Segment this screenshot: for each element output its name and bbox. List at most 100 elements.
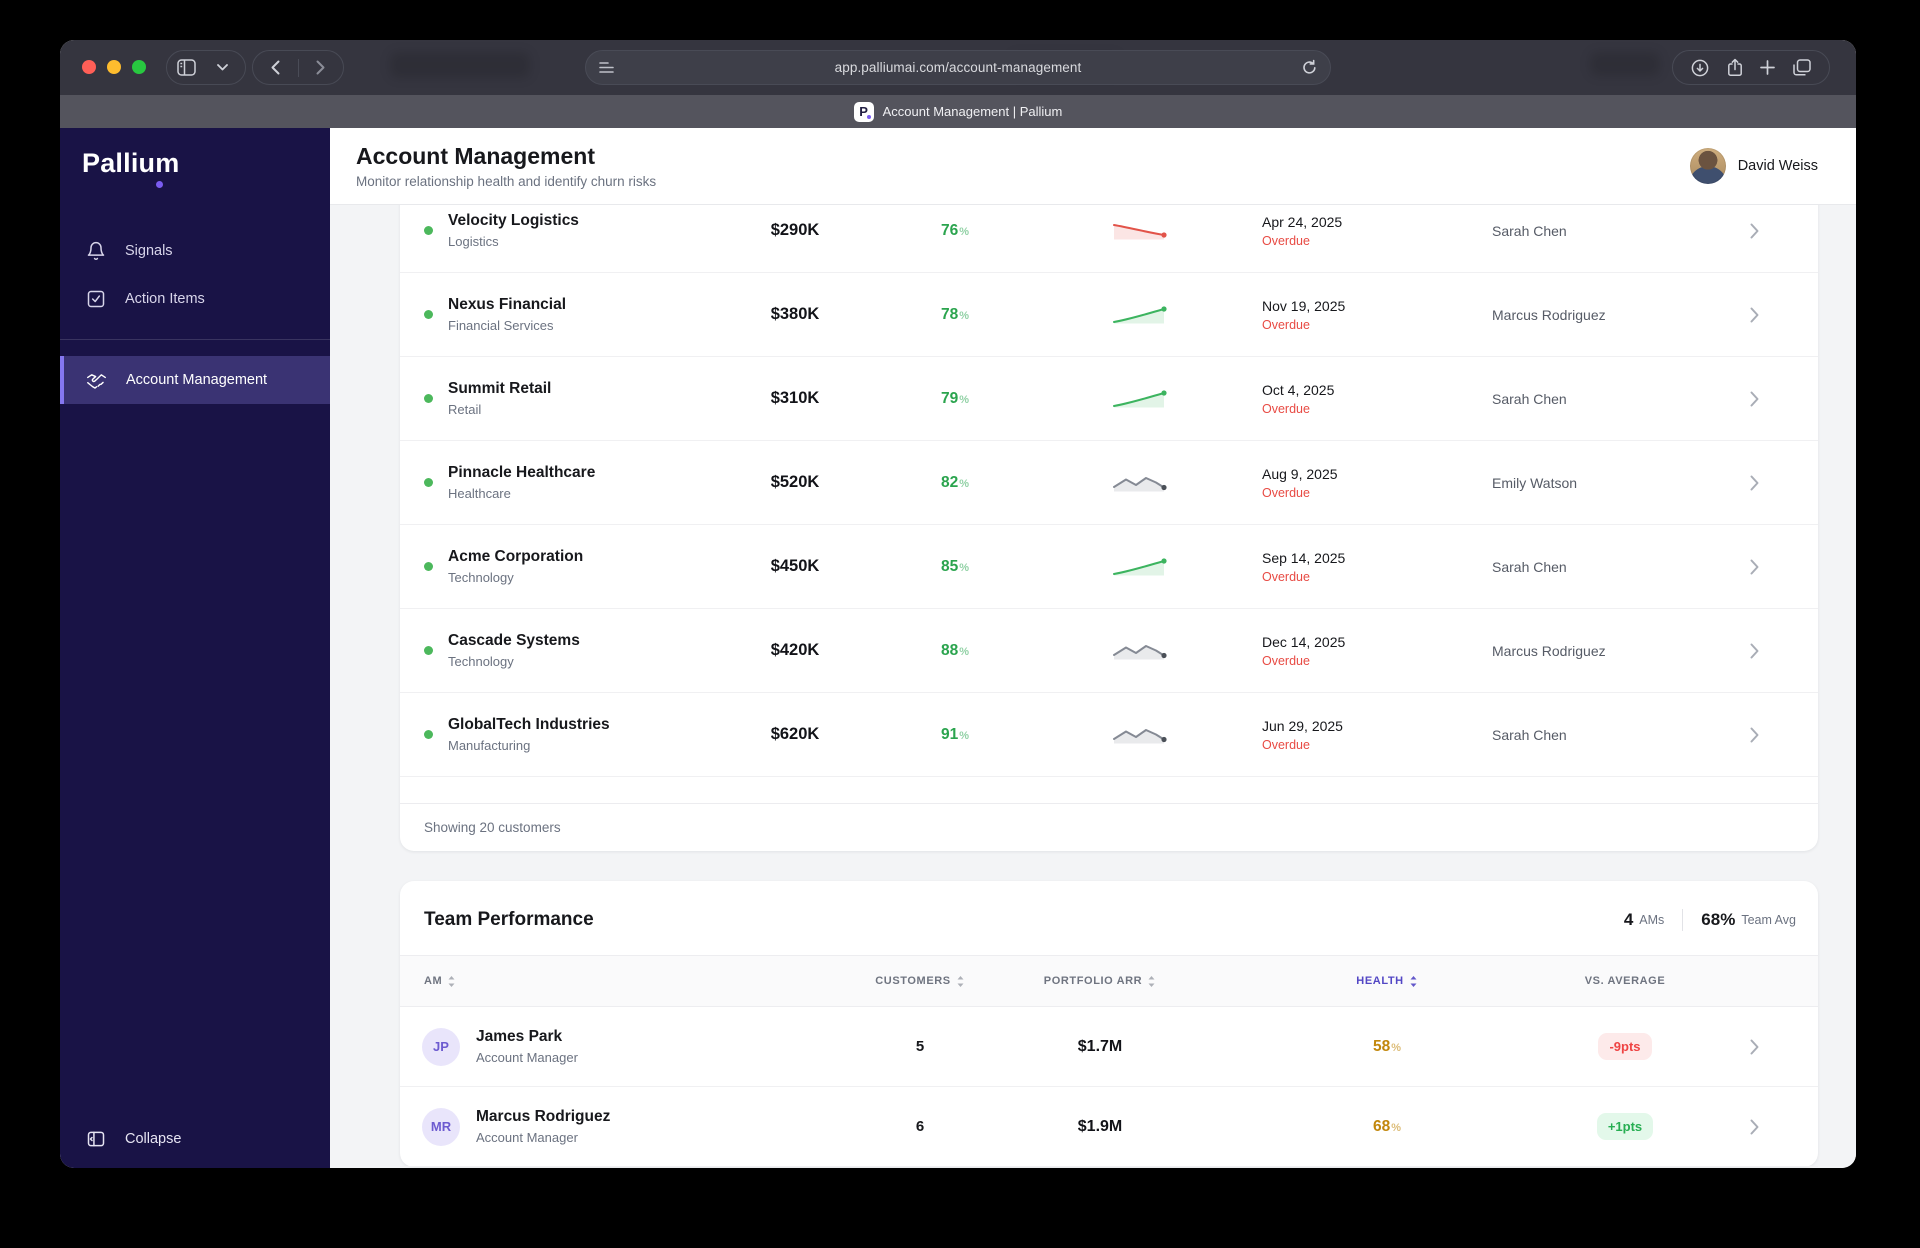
customers-card: Velocity Logistics Logistics $290K 76% A…: [400, 205, 1818, 851]
team-avg-value: 68%: [1701, 910, 1736, 929]
sort-icon: [448, 975, 455, 987]
address-bar[interactable]: app.palliumai.com/account-management: [585, 50, 1331, 85]
sidebar-item-label: Action Items: [125, 291, 205, 307]
background-artifact: [390, 52, 530, 78]
am-health: 68%: [1372, 1117, 1402, 1135]
renewal-status: Overdue: [1262, 569, 1310, 584]
sidebar-item-action-items[interactable]: Action Items: [60, 275, 330, 323]
customer-name: Cascade Systems: [448, 632, 580, 649]
user-menu[interactable]: David Weiss: [1689, 148, 1818, 184]
health-sparkline: [1113, 728, 1168, 744]
column-header-health[interactable]: HEALTH: [1215, 975, 1559, 988]
sidebar-toggle-icon[interactable]: [167, 50, 205, 85]
status-dot: [424, 730, 433, 739]
column-header-portfolio-arr[interactable]: PORTFOLIO ARR: [985, 975, 1215, 988]
customer-row[interactable]: Cascade Systems Technology $420K 88% Dec…: [400, 609, 1818, 693]
collapse-panel-icon: [87, 1131, 105, 1147]
browser-window: app.palliumai.com/account-management P A…: [60, 40, 1856, 1168]
customer-health: 76%: [940, 221, 970, 239]
sidebar-item-signals[interactable]: Signals: [60, 227, 330, 275]
page-subtitle: Monitor relationship health and identify…: [356, 174, 657, 189]
status-dot: [424, 646, 433, 655]
customer-name: Pinnacle Healthcare: [448, 464, 596, 481]
am-portfolio-arr: $1.7M: [1077, 1037, 1123, 1055]
team-table-header: AM CUSTOMERS PORTFOLIO ARR HEALTH VS. AV…: [400, 955, 1818, 1007]
forward-icon[interactable]: [298, 50, 343, 85]
new-tab-icon[interactable]: [1760, 60, 1776, 75]
back-icon[interactable]: [253, 50, 298, 85]
health-sparkline: [1113, 556, 1168, 576]
browser-toolbar: app.palliumai.com/account-management: [60, 40, 1856, 95]
tab-overview-icon[interactable]: [1793, 59, 1811, 76]
chevron-right-icon[interactable]: [1690, 307, 1818, 323]
renewal-status: Overdue: [1262, 401, 1310, 416]
renewal-date: Oct 4, 2025: [1262, 381, 1335, 398]
chevron-right-icon[interactable]: [1690, 727, 1818, 743]
sort-icon: [1148, 975, 1155, 987]
renewal-status: Overdue: [1262, 233, 1310, 248]
customer-industry: Manufacturing: [448, 738, 531, 753]
refresh-icon[interactable]: [1301, 59, 1318, 76]
customer-row[interactable]: Velocity Logistics Logistics $290K 76% A…: [400, 205, 1818, 273]
tab-bar[interactable]: P Account Management | Pallium: [60, 95, 1856, 128]
nav-buttons: [252, 50, 344, 85]
health-sparkline: [1113, 476, 1168, 492]
team-member-row[interactable]: JP James Park Account Manager 5 $1.7M 58…: [400, 1007, 1818, 1087]
am-health: 58%: [1372, 1037, 1402, 1055]
scroll-area[interactable]: Velocity Logistics Logistics $290K 76% A…: [330, 205, 1856, 1168]
am-portfolio-arr: $1.9M: [1077, 1117, 1123, 1135]
chevron-down-icon[interactable]: [205, 50, 239, 85]
customer-owner: Emily Watson: [1492, 474, 1578, 491]
customer-health: 88%: [940, 641, 970, 659]
customer-health: 82%: [940, 473, 970, 491]
am-customers: 5: [915, 1038, 925, 1055]
window-controls: [82, 60, 146, 74]
team-member-row[interactable]: MR Marcus Rodriguez Account Manager 6 $1…: [400, 1087, 1818, 1167]
chevron-right-icon[interactable]: [1690, 643, 1818, 659]
sidebar: Pallium Signals Action Items Account Man…: [60, 128, 330, 1168]
health-sparkline: [1113, 304, 1168, 324]
customer-arr: $380K: [770, 305, 820, 323]
team-stats: 4 AMs 68% Team Avg: [1624, 909, 1796, 931]
handshake-icon: [87, 373, 106, 389]
status-dot: [424, 562, 433, 571]
customers-footer: Showing 20 customers: [400, 803, 1818, 851]
customer-name: Nexus Financial: [448, 296, 567, 313]
column-header-vs-average[interactable]: VS. AVERAGE: [1559, 975, 1691, 987]
customer-arr: $520K: [770, 473, 820, 491]
column-header-am[interactable]: AM: [400, 975, 855, 988]
sidebar-collapse-button[interactable]: Collapse: [60, 1110, 330, 1168]
customer-row[interactable]: GlobalTech Industries Manufacturing $620…: [400, 693, 1818, 777]
vs-average-badge: +1pts: [1596, 1113, 1654, 1140]
sidebar-item-account-management[interactable]: Account Management: [60, 356, 330, 404]
chevron-right-icon[interactable]: [1690, 223, 1818, 239]
minimize-button[interactable]: [107, 60, 121, 74]
customer-row[interactable]: Acme Corporation Technology $450K 85% Se…: [400, 525, 1818, 609]
customer-row[interactable]: Summit Retail Retail $310K 79% Oct 4, 20…: [400, 357, 1818, 441]
customer-row[interactable]: Pinnacle Healthcare Healthcare $520K 82%…: [400, 441, 1818, 525]
renewal-date: Apr 24, 2025: [1262, 213, 1343, 230]
zoom-button[interactable]: [132, 60, 146, 74]
bell-icon: [87, 241, 105, 261]
pallium-favicon: P: [853, 101, 874, 122]
health-sparkline: [1113, 644, 1168, 660]
chevron-right-icon[interactable]: [1690, 475, 1818, 491]
column-header-customers[interactable]: CUSTOMERS: [855, 975, 985, 988]
reader-icon[interactable]: [599, 61, 614, 74]
close-button[interactable]: [82, 60, 96, 74]
chevron-right-icon[interactable]: [1691, 1119, 1818, 1135]
customer-health: 79%: [940, 389, 970, 407]
renewal-status: Overdue: [1262, 485, 1310, 500]
downloads-icon[interactable]: [1691, 59, 1709, 77]
chevron-right-icon[interactable]: [1690, 559, 1818, 575]
tab-title: Account Management | Pallium: [882, 104, 1063, 119]
customer-owner: Sarah Chen: [1492, 390, 1567, 407]
customer-row[interactable]: Nexus Financial Financial Services $380K…: [400, 273, 1818, 357]
renewal-status: Overdue: [1262, 317, 1310, 332]
sidebar-toggle-group: [166, 50, 246, 85]
chevron-right-icon[interactable]: [1691, 1039, 1818, 1055]
am-role: Account Manager: [476, 1050, 578, 1065]
chevron-right-icon[interactable]: [1690, 391, 1818, 407]
share-icon[interactable]: [1727, 58, 1743, 77]
customer-name: Acme Corporation: [448, 548, 584, 565]
